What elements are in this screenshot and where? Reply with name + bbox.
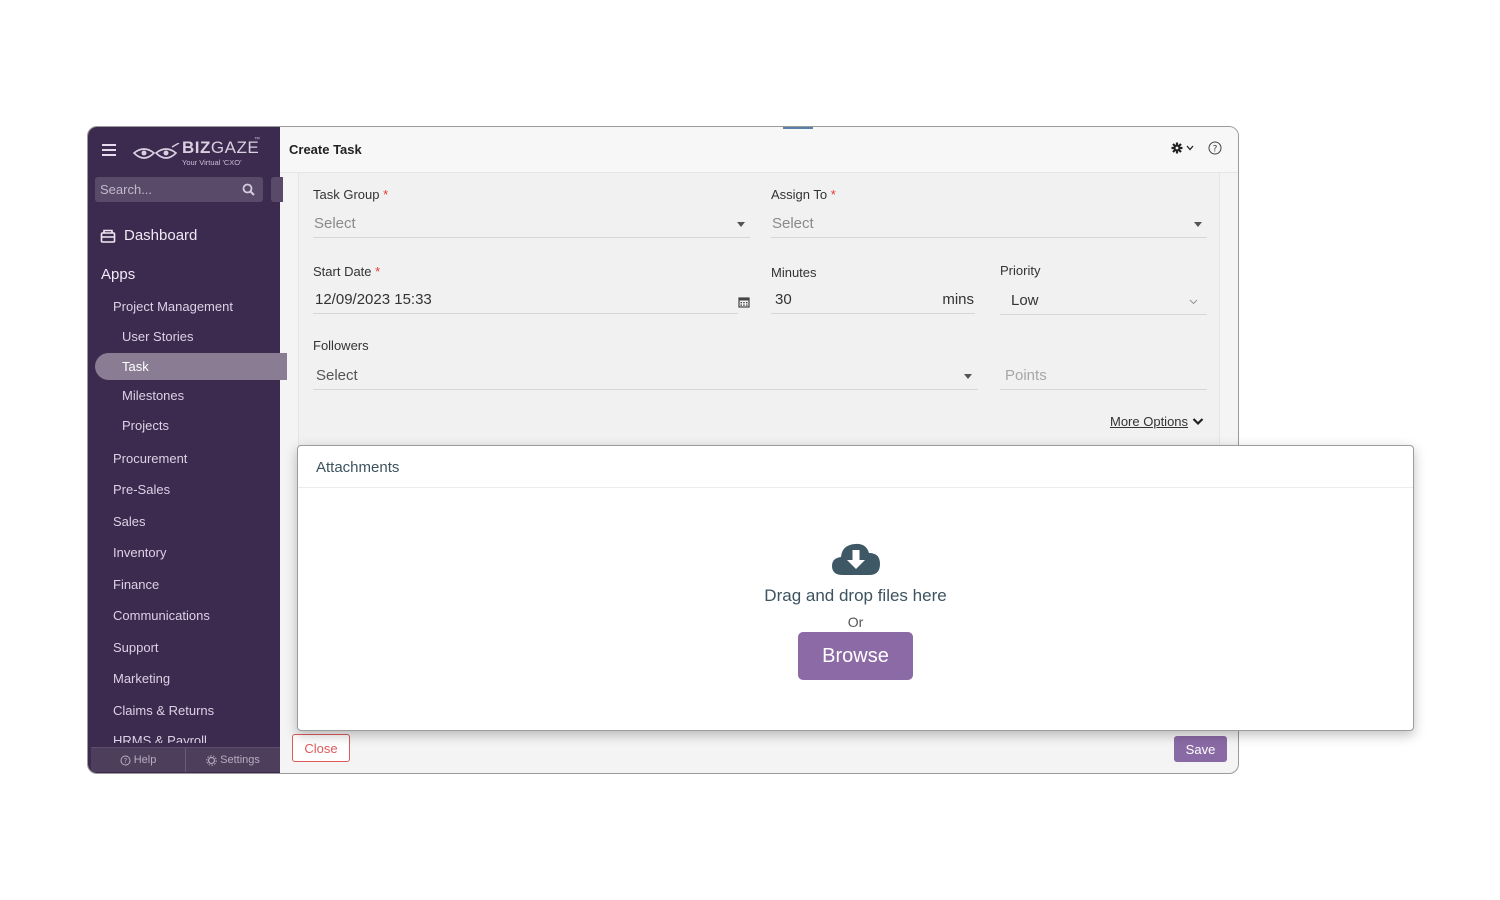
nav-project-management[interactable]: Project Management: [113, 299, 233, 314]
drag-drop-text: Drag and drop files here: [764, 586, 947, 605]
brand-logo[interactable]: BIZGAZE ™ Your Virtual 'CXO': [132, 137, 262, 167]
dashboard-icon: [100, 229, 116, 243]
task-group-select[interactable]: Select: [313, 210, 750, 238]
minutes-unit: mins: [942, 291, 974, 308]
priority-label: Priority: [1000, 263, 1041, 278]
minutes-input[interactable]: 30 mins: [771, 286, 975, 314]
nav-hrms-payroll[interactable]: HRMS & Payroll: [113, 733, 207, 743]
chevron-down-icon: [1192, 418, 1204, 426]
assign-to-label: Assign To *: [771, 187, 836, 202]
svg-text:?: ?: [1213, 145, 1218, 155]
or-text: Or: [847, 614, 864, 630]
settings-dropdown[interactable]: [1171, 142, 1194, 154]
nav-procurement[interactable]: Procurement: [113, 451, 187, 466]
nav-marketing[interactable]: Marketing: [113, 671, 170, 686]
nav-support[interactable]: Support: [113, 640, 159, 655]
start-date-label: Start Date *: [313, 264, 381, 279]
nav-pre-sales[interactable]: Pre-Sales: [113, 482, 170, 497]
help-icon[interactable]: ?: [1208, 141, 1222, 155]
nav-sales[interactable]: Sales: [113, 514, 146, 529]
task-group-label: Task Group *: [313, 187, 389, 202]
sidebar-search-input[interactable]: Search...: [95, 177, 263, 202]
priority-value: Low: [1011, 292, 1039, 309]
help-icon: ?: [120, 755, 131, 765]
nav-task-active[interactable]: Task: [95, 353, 287, 380]
points-input[interactable]: Points: [1000, 362, 1207, 390]
modal-header: Create Task ?: [280, 127, 1238, 173]
gear-icon: [206, 754, 217, 766]
logo-trademark: ™: [254, 137, 260, 143]
page-title: Create Task: [289, 142, 362, 157]
header-actions: ?: [1171, 141, 1222, 155]
nav-task-label: Task: [122, 359, 149, 374]
assign-to-select[interactable]: Select: [771, 210, 1207, 238]
svg-text:?: ?: [123, 757, 127, 765]
assign-to-placeholder: Select: [772, 215, 814, 232]
search-icon[interactable]: [242, 183, 255, 196]
settings-button[interactable]: Settings: [186, 748, 280, 772]
nav-user-stories[interactable]: User Stories: [122, 329, 194, 344]
points-placeholder: Points: [1005, 367, 1047, 384]
caret-down-icon: [737, 222, 745, 227]
cloud-download-icon: [832, 543, 880, 575]
followers-select[interactable]: Select: [313, 362, 978, 390]
nav-dashboard[interactable]: Dashboard: [100, 227, 197, 244]
nav-inventory[interactable]: Inventory: [113, 545, 166, 560]
search-placeholder: Search...: [100, 182, 153, 197]
calendar-icon[interactable]: [738, 296, 750, 308]
settings-label: Settings: [220, 754, 260, 766]
minutes-label: Minutes: [771, 265, 817, 280]
nav-finance[interactable]: Finance: [113, 577, 159, 592]
start-date-input[interactable]: 12/09/2023 15:33: [313, 286, 738, 314]
sidebar-footer: ? Help Settings: [91, 747, 280, 772]
minutes-value: 30: [775, 291, 792, 308]
attachments-panel: Attachments Drag and drop files here Or …: [297, 445, 1414, 731]
help-label: Help: [133, 754, 157, 766]
followers-placeholder: Select: [316, 367, 358, 384]
save-button[interactable]: Save: [1174, 736, 1227, 762]
header-accent-line: [783, 127, 813, 129]
sidebar-search-toggle[interactable]: [271, 177, 283, 202]
nav-projects[interactable]: Projects: [122, 418, 169, 433]
more-options-label: More Options: [1110, 414, 1189, 429]
caret-down-icon: [964, 374, 972, 379]
task-group-placeholder: Select: [314, 215, 356, 232]
more-options-link[interactable]: More Options: [1110, 414, 1204, 429]
gear-icon: [1171, 142, 1183, 154]
hamburger-menu-icon[interactable]: [102, 144, 116, 156]
close-button[interactable]: Close: [292, 734, 350, 762]
browse-button[interactable]: Browse: [798, 632, 913, 680]
nav-dashboard-label: Dashboard: [124, 227, 198, 244]
logo-wordmark: BIZGAZE: [182, 138, 260, 157]
nav-claims-returns[interactable]: Claims & Returns: [113, 703, 214, 718]
attachments-title: Attachments: [316, 459, 400, 476]
followers-label: Followers: [313, 338, 369, 353]
chevron-down-icon: [1186, 145, 1194, 151]
start-date-value: 12/09/2023 15:33: [315, 291, 432, 308]
chevron-down-icon: [1189, 299, 1198, 305]
nav-communications[interactable]: Communications: [113, 608, 210, 623]
caret-down-icon: [1194, 222, 1202, 227]
owl-eyes-icon: [132, 143, 180, 159]
logo-tagline: Your Virtual 'CXO': [182, 158, 242, 167]
nav-apps-heading: Apps: [101, 266, 136, 283]
nav-milestones[interactable]: Milestones: [122, 388, 184, 403]
sidebar: BIZGAZE ™ Your Virtual 'CXO' Search... D…: [88, 127, 287, 773]
attachments-divider: [298, 487, 1413, 488]
priority-select[interactable]: Low: [1000, 287, 1207, 315]
help-button[interactable]: ? Help: [91, 748, 186, 772]
